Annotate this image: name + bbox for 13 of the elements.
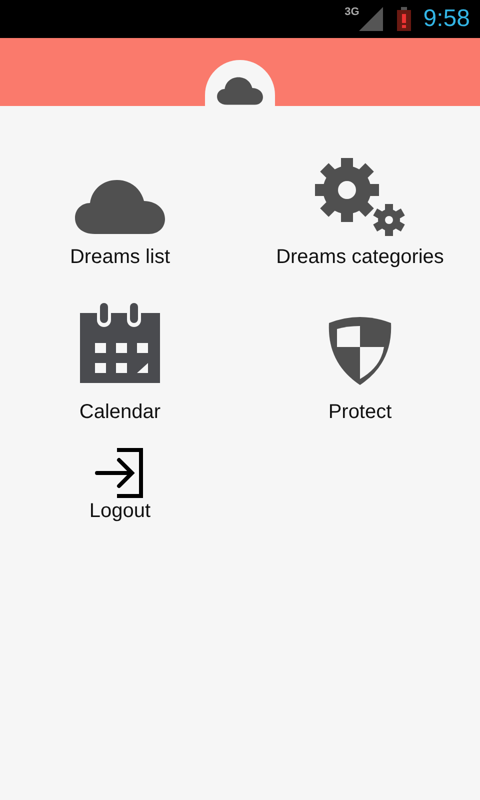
menu-item[interactable]: Dreams categories — [240, 106, 480, 290]
logout-icon — [95, 448, 145, 498]
calendar-icon — [79, 303, 161, 385]
menu-item[interactable]: Dreams list — [0, 106, 240, 290]
network-type: 3G — [344, 6, 360, 18]
signal-icon — [359, 7, 384, 31]
gears-icon — [313, 158, 407, 236]
menu-item[interactable]: Protect — [240, 290, 480, 436]
cloud-icon — [216, 74, 264, 106]
clock-time: 9:58 — [423, 5, 470, 33]
menu-item[interactable]: Calendar — [0, 290, 240, 436]
shield-icon — [327, 315, 393, 385]
menu-item[interactable]: Logout — [0, 436, 240, 523]
